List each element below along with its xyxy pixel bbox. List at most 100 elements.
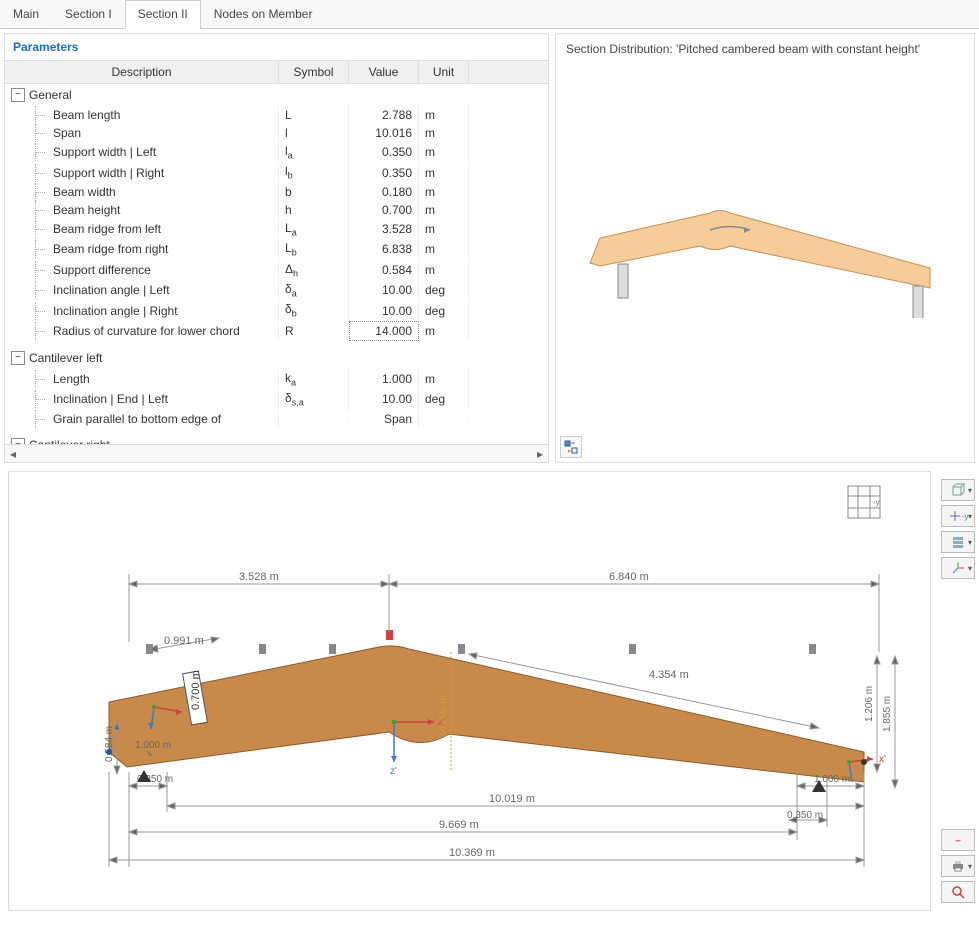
scroll-right-icon[interactable]: ▸ [532, 447, 548, 461]
parameters-title: Parameters [5, 34, 548, 60]
info-button[interactable]: ⌣ [941, 829, 975, 851]
svg-text:10.369 m: 10.369 m [449, 847, 495, 859]
cell-value[interactable]: 3.528 [349, 220, 419, 238]
cell-description: Grain parallel to bottom edge of [5, 410, 279, 428]
col-symbol[interactable]: Symbol [279, 61, 349, 83]
svg-text:0.991 m: 0.991 m [164, 635, 204, 647]
cell-unit: m [419, 183, 469, 201]
cell-value[interactable]: 0.700 [349, 201, 419, 219]
cell-symbol: b [279, 183, 349, 201]
table-row[interactable]: Spanl10.016m [5, 124, 548, 142]
col-value[interactable]: Value [349, 61, 419, 83]
cell-description: Beam length [5, 106, 279, 124]
svg-text:4.354 m: 4.354 m [649, 669, 689, 681]
tab-nodes-on-member[interactable]: Nodes on Member [201, 0, 326, 28]
cell-description: Support width | Left [5, 143, 279, 161]
cell-value[interactable]: 14.000 [349, 321, 419, 341]
cell-value[interactable]: Span [349, 410, 419, 428]
svg-text:0.584 m: 0.584 m [104, 726, 115, 762]
cell-unit: m [419, 106, 469, 124]
table-row[interactable]: Support differenceΔh0.584m [5, 260, 548, 280]
cell-description: Beam height [5, 201, 279, 219]
cell-description: Beam width [5, 183, 279, 201]
cell-symbol: δs,a [279, 389, 349, 409]
find-button[interactable] [941, 881, 975, 903]
table-row[interactable]: Support width | Rightlb0.350m [5, 162, 548, 182]
cell-value[interactable]: 0.584 [349, 261, 419, 279]
cell-symbol: la [279, 142, 349, 162]
cell-symbol: Δh [279, 260, 349, 280]
beam-preview-small [562, 158, 968, 318]
col-unit[interactable]: Unit [419, 61, 469, 83]
view-layers-button[interactable]: ▾ [941, 531, 975, 553]
cell-symbol: ka [279, 369, 349, 389]
view-3d-button[interactable]: ▾ [941, 479, 975, 501]
scroll-left-icon[interactable]: ◂ [5, 447, 21, 461]
table-row[interactable]: Beam ridge from leftLa3.528m [5, 219, 548, 239]
svg-text:6.840 m: 6.840 m [609, 571, 649, 583]
tab-section-2[interactable]: Section II [125, 0, 201, 29]
cell-value[interactable]: 2.788 [349, 106, 419, 124]
tab-bar: Main Section I Section II Nodes on Membe… [0, 0, 979, 29]
table-row[interactable]: Lengthka1.000m [5, 369, 548, 389]
cell-value[interactable]: 0.350 [349, 164, 419, 182]
view-axis-y-button[interactable]: -y▾ [941, 505, 975, 527]
svg-text:1.206 m: 1.206 m [864, 686, 875, 722]
horizontal-scrollbar[interactable]: ◂ ▸ [5, 444, 548, 462]
cell-unit: deg [419, 390, 469, 408]
collapse-icon[interactable]: − [11, 88, 25, 102]
section-distribution-panel: Section Distribution: 'Pitched cambered … [555, 33, 975, 463]
cell-description: Support width | Right [5, 164, 279, 182]
cell-value[interactable]: 0.350 [349, 143, 419, 161]
cell-unit: m [419, 143, 469, 161]
beam-drawing: 0.700 m x' x' z' [9, 472, 914, 902]
col-description[interactable]: Description [5, 61, 279, 83]
grid-nav-icon[interactable]: -y [846, 484, 882, 520]
collapse-icon[interactable]: − [11, 351, 25, 365]
svg-text:9.669 m: 9.669 m [439, 819, 479, 831]
cell-unit: m [419, 124, 469, 142]
svg-text:x': x' [879, 754, 886, 765]
table-row[interactable]: Support width | Leftla0.350m [5, 142, 548, 162]
view-axis-xyz-button[interactable]: ▾ [941, 557, 975, 579]
cell-value[interactable]: 10.00 [349, 302, 419, 320]
cell-value[interactable]: 10.00 [349, 390, 419, 408]
cell-description: Radius of curvature for lower chord [5, 322, 279, 340]
group-row[interactable]: −Cantilever left [5, 347, 548, 369]
cell-value[interactable]: 6.838 [349, 240, 419, 258]
parameters-panel: Parameters Description Symbol Value Unit… [4, 33, 549, 463]
cell-symbol: Lb [279, 239, 349, 259]
table-row[interactable]: Beam lengthL2.788m [5, 106, 548, 124]
table-row[interactable]: Beam ridge from rightLb6.838m [5, 239, 548, 259]
cell-unit: m [419, 370, 469, 388]
cell-description: Support difference [5, 261, 279, 279]
cell-unit: m [419, 201, 469, 219]
swap-view-button[interactable] [560, 436, 582, 458]
cell-value[interactable]: 10.00 [349, 281, 419, 299]
cell-symbol: La [279, 219, 349, 239]
cell-value[interactable]: 10.016 [349, 124, 419, 142]
cell-value[interactable]: 0.180 [349, 183, 419, 201]
table-row[interactable]: Grain parallel to bottom edge of Span [5, 410, 548, 428]
cell-description: Inclination angle | Right [5, 302, 279, 320]
cell-unit: m [419, 240, 469, 258]
group-label: General [29, 86, 72, 104]
cell-symbol: L [279, 106, 349, 124]
print-button[interactable]: ▾ [941, 855, 975, 877]
parameters-table-body[interactable]: −GeneralBeam lengthL2.788mSpanl10.016mSu… [5, 84, 548, 444]
table-row[interactable]: Inclination | End | Leftδs,a10.00deg [5, 389, 548, 409]
table-row[interactable]: Beam widthb0.180m [5, 183, 548, 201]
group-row[interactable]: −General [5, 84, 548, 106]
table-row[interactable]: Inclination angle | Rightδb10.00deg [5, 300, 548, 320]
cell-description: Beam ridge from left [5, 220, 279, 238]
group-row[interactable]: −Cantilever right [5, 434, 548, 444]
table-row[interactable]: Inclination angle | Leftδa10.00deg [5, 280, 548, 300]
cell-value[interactable]: 1.000 [349, 370, 419, 388]
drawing-panel[interactable]: -y 0.700 m x' x' [8, 471, 931, 911]
table-row[interactable]: Radius of curvature for lower chordR14.0… [5, 321, 548, 341]
table-row[interactable]: Beam heighth0.700m [5, 201, 548, 219]
tab-main[interactable]: Main [0, 0, 52, 28]
svg-text:↘: ↘ [145, 748, 153, 758]
cell-symbol: h [279, 201, 349, 219]
tab-section-1[interactable]: Section I [52, 0, 125, 28]
